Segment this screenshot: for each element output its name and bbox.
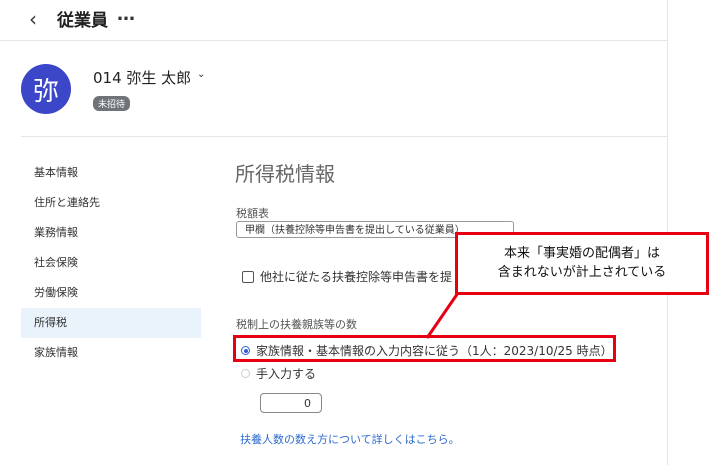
dependents-label: 税制上の扶養親族等の数 xyxy=(236,318,357,331)
radio-unselected[interactable] xyxy=(241,369,250,378)
sidebar-item-family-info[interactable]: 家族情報 xyxy=(21,338,201,368)
sidebar-item-address-contact[interactable]: 住所と連絡先 xyxy=(21,188,201,218)
section-title: 所得税情報 xyxy=(235,162,335,186)
highlight-box xyxy=(233,335,616,362)
sidebar-item-basic-info[interactable]: 基本情報 xyxy=(21,158,201,188)
more-options-icon[interactable]: … xyxy=(117,4,136,25)
callout-line-2: 含まれないが計上されている xyxy=(497,265,667,280)
sidebar-item-social-insurance[interactable]: 社会保険 xyxy=(21,248,201,278)
back-chevron-icon[interactable]: ‹ xyxy=(29,7,37,31)
page-title: 従業員 xyxy=(57,11,108,31)
avatar-initial: 弥 xyxy=(32,76,59,107)
help-link[interactable]: 扶養人数の数え方について詳しくはこちら。 xyxy=(240,431,460,447)
employee-name[interactable]: 014 弥生 太郎 xyxy=(93,67,191,88)
status-badge: 未招待 xyxy=(93,96,131,111)
checkbox[interactable] xyxy=(242,270,254,283)
chevron-down-icon[interactable]: ⌄ xyxy=(197,69,205,80)
sidebar-item-labor-insurance[interactable]: 労働保険 xyxy=(21,278,201,308)
tax-table-label: 税額表 xyxy=(236,207,269,220)
annotation-callout: 本来「事実婚の配偶者」は 含まれないが計上されている xyxy=(455,232,709,295)
top-bar: ‹ 従業員 … xyxy=(0,0,667,41)
radio-manual-label: 手入力する xyxy=(256,367,317,381)
callout-line-1: 本来「事実婚の配偶者」は xyxy=(503,246,660,261)
other-company-checkbox-row[interactable]: 他社に従たる扶養控除等申告書を提 xyxy=(242,268,452,285)
radio-manual-input[interactable]: 手入力する xyxy=(241,365,316,382)
avatar: 弥 xyxy=(21,64,71,114)
sidebar-nav: 基本情報 住所と連絡先 業務情報 社会保険 労働保険 所得税 家族情報 xyxy=(21,158,201,368)
dependents-count-input[interactable]: 0 xyxy=(260,393,322,413)
other-company-checkbox-label: 他社に従たる扶養控除等申告書を提 xyxy=(260,270,453,284)
sidebar-item-income-tax[interactable]: 所得税 xyxy=(21,308,201,338)
divider xyxy=(21,136,667,137)
sidebar-item-work-info[interactable]: 業務情報 xyxy=(21,218,201,248)
